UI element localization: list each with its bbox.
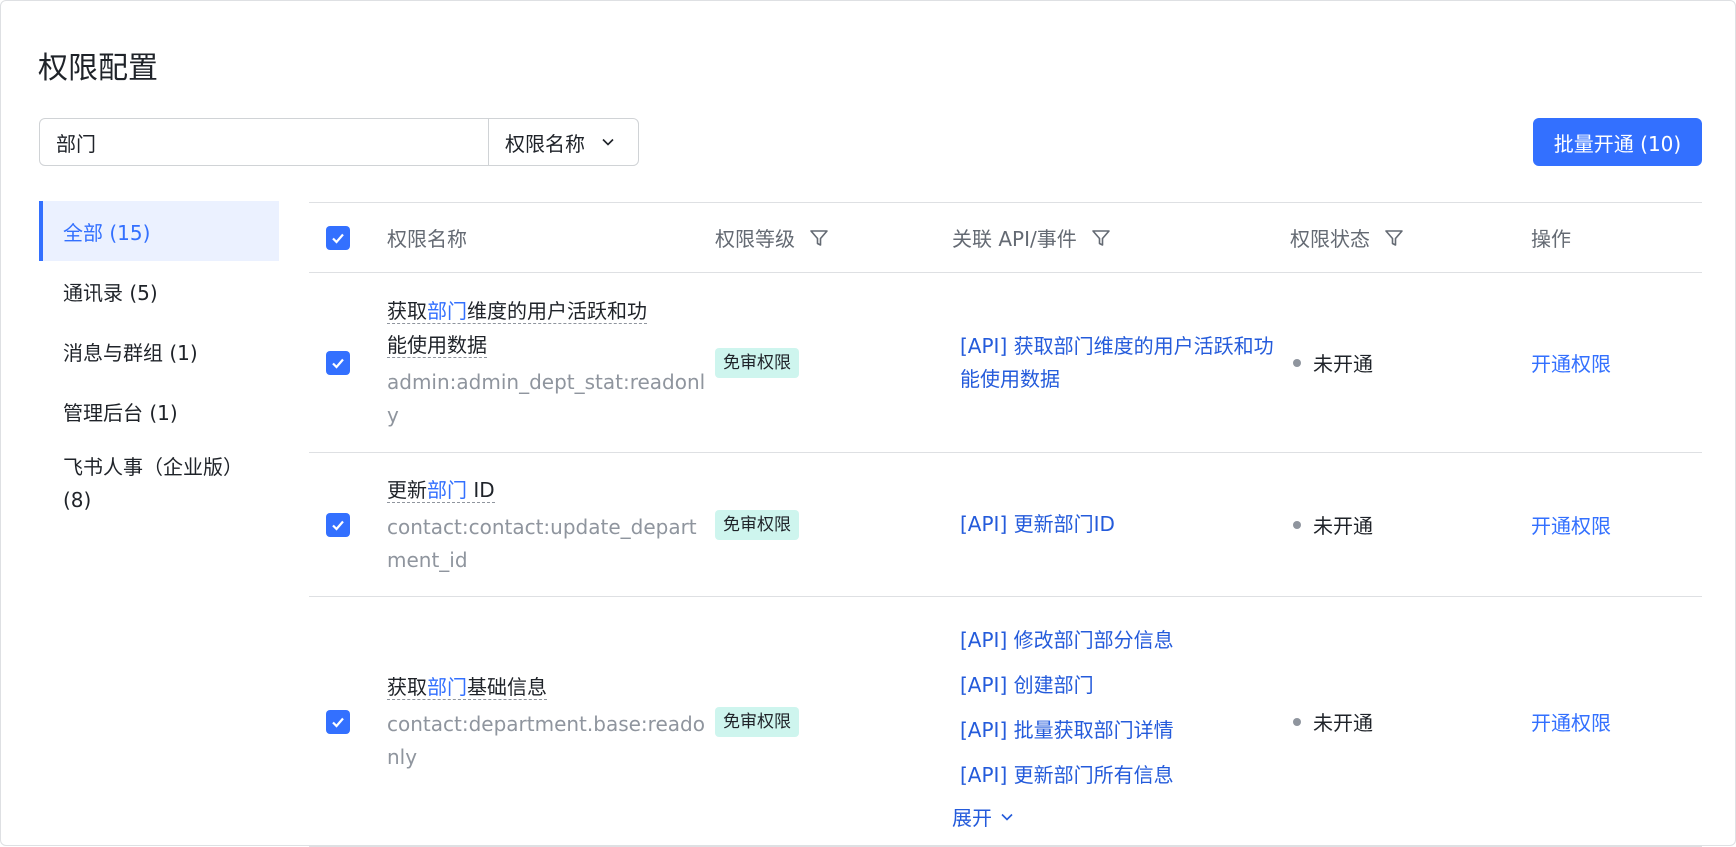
status-dot <box>1293 358 1301 367</box>
category-sidebar: 全部 (15) 通讯录 (5) 消息与群组 (1) 管理后台 (1) 飞书人事（… <box>39 201 279 527</box>
permission-title: 获取部门维度的用户活跃和功 能使用数据 <box>387 298 647 358</box>
select-all-checkbox[interactable] <box>326 225 350 250</box>
api-link[interactable]: [API] 获取部门维度的用户活跃和功能使用数据 <box>952 330 1290 396</box>
sidebar-item-label: 飞书人事（企业版） <box>63 455 243 479</box>
filter-icon[interactable] <box>1384 228 1404 248</box>
status-dot <box>1293 717 1301 726</box>
status-dot <box>1293 520 1301 529</box>
header-name: 权限名称 <box>387 227 467 251</box>
permission-table: 权限名称 权限等级 关联 API/事件 权限状态 操作 获取部门维度的用户活跃和… <box>309 202 1702 847</box>
search-input[interactable] <box>40 119 489 165</box>
level-tag: 免审权限 <box>715 509 799 540</box>
search-field-select-label: 权限名称 <box>505 131 585 156</box>
status-indicator: 未开通 <box>1290 707 1531 736</box>
expand-button[interactable]: 展开 <box>952 802 1290 831</box>
api-link[interactable]: [API] 创建部门 <box>952 663 1290 708</box>
sidebar-item-all[interactable]: 全部 (15) <box>39 201 279 261</box>
sidebar-item-label: 全部 (15) <box>63 220 151 245</box>
permission-key: contact:contact:update_department_id <box>387 514 697 572</box>
filter-icon[interactable] <box>1091 228 1111 248</box>
row-checkbox[interactable] <box>326 350 350 375</box>
check-icon <box>332 717 344 728</box>
table-row: 获取部门维度的用户活跃和功 能使用数据 admin:admin_dept_sta… <box>309 273 1702 453</box>
expand-label: 展开 <box>952 806 992 830</box>
sidebar-item-feishu-hr[interactable]: 飞书人事（企业版） (8) <box>39 441 279 527</box>
check-icon <box>332 233 344 244</box>
level-tag: 免审权限 <box>715 347 799 378</box>
api-link[interactable]: [API] 更新部门ID <box>952 508 1290 541</box>
table-row: 获取部门基础信息 contact:department.base:readonl… <box>309 597 1702 847</box>
permission-key: contact:department.base:readonly <box>387 711 705 769</box>
enable-permission-link[interactable]: 开通权限 <box>1531 514 1611 538</box>
chevron-down-icon <box>1001 813 1013 821</box>
sidebar-item-label: 通讯录 (5) <box>63 280 158 305</box>
search-box: 权限名称 <box>39 118 639 166</box>
permission-title: 获取部门基础信息 <box>387 674 547 700</box>
row-checkbox[interactable] <box>326 512 350 537</box>
api-link[interactable]: [API] 修改部门部分信息 <box>952 618 1290 663</box>
sidebar-item-contacts[interactable]: 通讯录 (5) <box>39 261 279 321</box>
filter-icon[interactable] <box>809 228 829 248</box>
table-header: 权限名称 权限等级 关联 API/事件 权限状态 操作 <box>309 202 1702 273</box>
header-level: 权限等级 <box>715 227 795 251</box>
status-indicator: 未开通 <box>1290 510 1531 539</box>
sidebar-item-admin[interactable]: 管理后台 (1) <box>39 381 279 441</box>
permission-title: 更新部门 ID <box>387 477 495 503</box>
batch-enable-button[interactable]: 批量开通 (10) <box>1533 118 1702 166</box>
header-api: 关联 API/事件 <box>952 227 1077 251</box>
permission-config-card: 权限配置 权限名称 批量开通 (10) 全部 (15) 通讯录 (5) 消息与群… <box>0 0 1736 847</box>
check-icon <box>332 358 344 369</box>
status-indicator: 未开通 <box>1290 348 1531 377</box>
enable-permission-link[interactable]: 开通权限 <box>1531 711 1611 735</box>
page-title: 权限配置 <box>38 51 158 86</box>
sidebar-item-messages-groups[interactable]: 消息与群组 (1) <box>39 321 279 381</box>
header-op: 操作 <box>1531 227 1571 251</box>
sidebar-item-label: 消息与群组 (1) <box>63 340 198 365</box>
chevron-down-icon <box>602 138 614 146</box>
permission-key: admin:admin_dept_stat:readonly <box>387 369 706 427</box>
table-row: 更新部门 ID contact:contact:update_departmen… <box>309 453 1702 597</box>
level-tag: 免审权限 <box>715 706 799 737</box>
row-checkbox[interactable] <box>326 709 350 734</box>
check-icon <box>332 520 344 531</box>
search-field-select[interactable]: 权限名称 <box>489 119 638 165</box>
sidebar-item-count: (8) <box>63 488 92 512</box>
header-status: 权限状态 <box>1290 227 1370 251</box>
api-link[interactable]: [API] 批量获取部门详情 <box>952 708 1290 753</box>
sidebar-item-label: 管理后台 (1) <box>63 400 178 425</box>
enable-permission-link[interactable]: 开通权限 <box>1531 352 1611 376</box>
api-link[interactable]: [API] 更新部门所有信息 <box>952 753 1290 798</box>
